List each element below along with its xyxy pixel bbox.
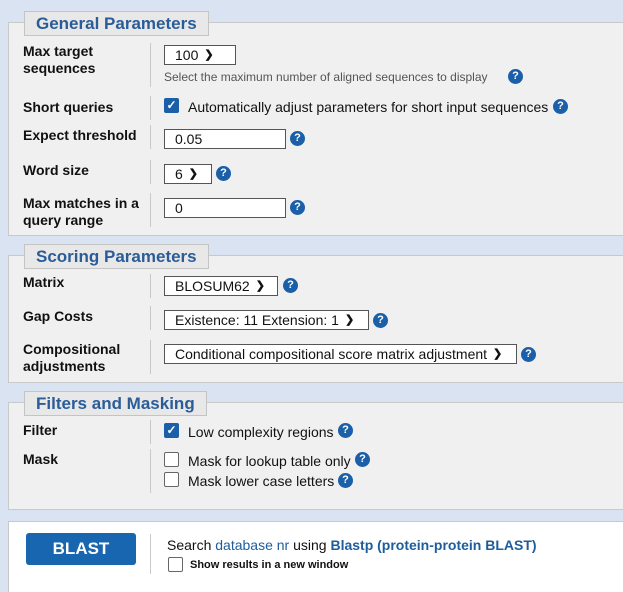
chevron-down-icon: ❯ bbox=[204, 49, 214, 61]
mask-lowercase-text: Mask lower case letters bbox=[188, 473, 335, 489]
question-circle-icon[interactable]: ? bbox=[283, 278, 298, 293]
max-matches-label: Max matches in a query range bbox=[23, 195, 139, 228]
new-window-text: Show results in a new window bbox=[190, 559, 349, 571]
matrix-label: Matrix bbox=[23, 274, 65, 290]
question-circle-icon[interactable]: ? bbox=[338, 423, 353, 438]
scoring-parameters-section: Scoring Parameters Matrix BLOSUM62 ❯ ? G… bbox=[8, 244, 623, 383]
submit-area: BLAST Search database nr using Blastp (p… bbox=[8, 521, 623, 592]
divider bbox=[150, 193, 151, 227]
compositional-value: Conditional compositional score matrix a… bbox=[175, 346, 488, 362]
general-parameters-section: General Parameters Max target sequences … bbox=[8, 11, 623, 236]
word-size-value: 6 bbox=[175, 166, 183, 182]
expect-threshold-label: Expect threshold bbox=[23, 127, 137, 143]
expect-threshold-input[interactable]: 0.05 bbox=[164, 129, 286, 149]
divider bbox=[150, 449, 151, 493]
filter-label: Filter bbox=[23, 422, 58, 438]
divider bbox=[150, 160, 151, 184]
max-target-value: 100 bbox=[175, 47, 199, 63]
search-summary: Search database nr using Blastp (protein… bbox=[167, 537, 537, 554]
divider bbox=[150, 340, 151, 374]
blast-button[interactable]: BLAST bbox=[26, 533, 136, 565]
max-target-select[interactable]: 100 ❯ bbox=[164, 45, 236, 65]
max-target-label: Max target sequences bbox=[23, 43, 96, 76]
divider bbox=[150, 96, 151, 120]
max-matches-input[interactable]: 0 bbox=[164, 198, 286, 218]
filters-masking-legend: Filters and Masking bbox=[24, 391, 207, 416]
gap-costs-label: Gap Costs bbox=[23, 308, 94, 324]
question-circle-icon[interactable]: ? bbox=[553, 99, 568, 114]
question-circle-icon[interactable]: ? bbox=[373, 313, 388, 328]
low-complexity-checkbox[interactable]: ✓ bbox=[164, 423, 179, 438]
max-target-hint: Select the maximum number of aligned seq… bbox=[164, 70, 488, 84]
low-complexity-text: Low complexity regions bbox=[188, 424, 334, 440]
question-circle-icon[interactable]: ? bbox=[216, 166, 231, 181]
question-circle-icon[interactable]: ? bbox=[290, 200, 305, 215]
mask-lookup-text: Mask for lookup table only bbox=[188, 453, 351, 469]
divider bbox=[150, 306, 151, 330]
divider bbox=[150, 125, 151, 149]
word-size-select[interactable]: 6 ❯ bbox=[164, 164, 212, 184]
chevron-down-icon: ❯ bbox=[188, 168, 199, 180]
divider bbox=[150, 274, 151, 298]
search-prefix: Search bbox=[167, 537, 212, 553]
database-link[interactable]: database nr bbox=[215, 537, 289, 553]
new-window-checkbox[interactable] bbox=[168, 557, 183, 572]
mask-lookup-checkbox[interactable] bbox=[164, 452, 179, 467]
short-queries-text: Automatically adjust parameters for shor… bbox=[188, 99, 549, 115]
chevron-down-icon: ❯ bbox=[255, 280, 265, 292]
short-queries-label: Short queries bbox=[23, 99, 114, 115]
chevron-down-icon: ❯ bbox=[344, 314, 355, 326]
divider bbox=[150, 534, 151, 574]
divider bbox=[150, 420, 151, 444]
question-circle-icon[interactable]: ? bbox=[290, 131, 305, 146]
gap-costs-value: Existence: 11 Extension: 1 bbox=[175, 312, 339, 328]
mask-label: Mask bbox=[23, 451, 59, 467]
compositional-label: Compositional adjustments bbox=[23, 341, 121, 374]
matrix-value: BLOSUM62 bbox=[175, 278, 250, 294]
short-queries-checkbox[interactable]: ✓ bbox=[164, 98, 179, 113]
question-circle-icon[interactable]: ? bbox=[355, 452, 370, 467]
divider bbox=[150, 43, 151, 87]
filters-masking-section: Filters and Masking Filter ✓ Low complex… bbox=[8, 391, 623, 510]
scoring-parameters-legend: Scoring Parameters bbox=[24, 244, 209, 269]
matrix-select[interactable]: BLOSUM62 ❯ bbox=[164, 276, 278, 296]
gap-costs-select[interactable]: Existence: 11 Extension: 1 ❯ bbox=[164, 310, 369, 330]
question-circle-icon[interactable]: ? bbox=[508, 69, 523, 84]
question-circle-icon[interactable]: ? bbox=[338, 473, 353, 488]
question-circle-icon[interactable]: ? bbox=[521, 347, 536, 362]
compositional-select[interactable]: Conditional compositional score matrix a… bbox=[164, 344, 517, 364]
general-parameters-legend: General Parameters bbox=[24, 11, 209, 36]
word-size-label: Word size bbox=[23, 162, 89, 178]
chevron-down-icon: ❯ bbox=[493, 348, 503, 360]
mask-lowercase-checkbox[interactable] bbox=[164, 472, 179, 487]
program-link[interactable]: Blastp (protein-protein BLAST) bbox=[330, 537, 536, 553]
using-text: using bbox=[293, 537, 327, 553]
